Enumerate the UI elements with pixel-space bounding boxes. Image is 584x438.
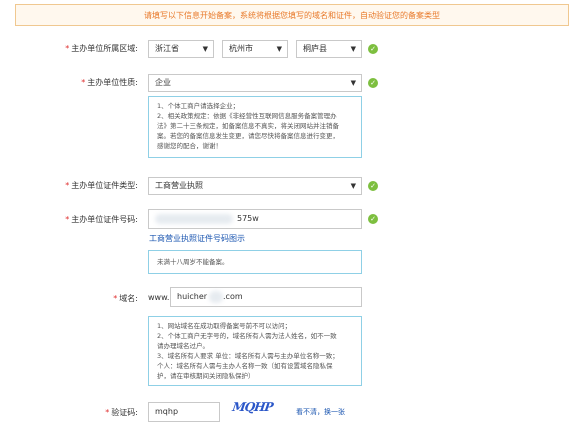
required-mark: * xyxy=(113,294,118,303)
chevron-down-icon: ▼ xyxy=(350,182,356,190)
city-select[interactable]: 杭州市 ▼ xyxy=(222,40,288,58)
captcha-input[interactable]: mqhp xyxy=(148,402,220,422)
chevron-down-icon: ▼ xyxy=(350,79,356,87)
captcha-label-text: 验证码: xyxy=(111,408,138,417)
check-icon: ✓ xyxy=(368,214,378,224)
cert-no-input[interactable]: 575w xyxy=(148,209,362,229)
domain-prefix: www. xyxy=(148,293,170,302)
nature-label-text: 主办单位性质: xyxy=(87,78,138,87)
cert-type-select[interactable]: 工商营业执照 ▼ xyxy=(148,177,362,195)
tip-line: 未满十八周岁不能备案。 xyxy=(157,258,229,266)
tip-line: 护，请在审核期间关闭隐私保护） xyxy=(157,372,255,380)
province-value: 浙江省 xyxy=(155,44,179,53)
cert-type-label-text: 主办单位证件类型: xyxy=(71,181,138,190)
required-mark: * xyxy=(65,44,70,53)
cert-no-value: 575w xyxy=(237,214,259,223)
tip-line: 1、个体工商户请选择企业； xyxy=(157,102,240,110)
domain-label: * 域名: xyxy=(18,293,138,304)
captcha-refresh-link[interactable]: 看不清，换一张 xyxy=(296,407,345,417)
tip-line: 2、个体工商户无字号的，域名所有人需为法人姓名，如不一致 xyxy=(157,332,337,340)
cert-type-label: * 主办单位证件类型: xyxy=(18,180,138,191)
tip-line: 法》第二十三条规定，如备案信息不真实，将关闭网站并注销备 xyxy=(157,122,339,130)
cert-type-value: 工商营业执照 xyxy=(155,181,203,190)
tip-line: 3、域名所有人要求 单位：域名所有人需与主办单位名称一致； xyxy=(157,352,339,360)
check-icon: ✓ xyxy=(368,78,378,88)
captcha-image-text: MQHP xyxy=(231,400,274,414)
check-icon: ✓ xyxy=(368,181,378,191)
region-label: * 主办单位所属区域: xyxy=(18,43,138,54)
nature-value: 企业 xyxy=(155,78,171,87)
domain-input[interactable]: huicher .com xyxy=(170,287,362,307)
nature-select[interactable]: 企业 ▼ xyxy=(148,74,362,92)
info-banner: 请填写以下信息开始备案，系统将根据您填写的域名和证件，自动验证您的备案类型 xyxy=(15,4,569,26)
cert-no-label: * 主办单位证件号码: xyxy=(18,214,138,225)
required-mark: * xyxy=(105,408,110,417)
cert-sample-link[interactable]: 工商营业执照证件号码图示 xyxy=(149,233,245,244)
tip-line: 2、相关政策规定：依据《非经营性互联网信息服务备案管理办 xyxy=(157,112,337,120)
redaction-blur xyxy=(155,214,233,224)
tip-line: 感谢您的配合，谢谢！ xyxy=(157,142,222,150)
tip-line: 1、网站域名在成功取得备案号前不可以访问； xyxy=(157,322,292,330)
chevron-down-icon: ▼ xyxy=(350,45,356,53)
city-value: 杭州市 xyxy=(229,44,253,53)
tip-line: 请办理域名过户。 xyxy=(157,342,209,350)
nature-label: * 主办单位性质: xyxy=(18,77,138,88)
captcha-value: mqhp xyxy=(155,407,179,416)
tip-line: 案。若您的备案信息发生变更，请您尽快将备案信息进行变更， xyxy=(157,132,339,140)
check-icon: ✓ xyxy=(368,44,378,54)
domain-value: huicher xyxy=(177,292,208,301)
county-select[interactable]: 桐庐县 ▼ xyxy=(296,40,362,58)
province-select[interactable]: 浙江省 ▼ xyxy=(148,40,214,58)
county-value: 桐庐县 xyxy=(303,44,327,53)
cert-no-tip: 未满十八周岁不能备案。 xyxy=(148,250,362,274)
required-mark: * xyxy=(81,78,86,87)
redaction-blur xyxy=(209,291,223,303)
captcha-label: * 验证码: xyxy=(18,407,138,418)
nature-tip: 1、个体工商户请选择企业； 2、相关政策规定：依据《非经营性互联网信息服务备案管… xyxy=(148,96,362,158)
chevron-down-icon: ▼ xyxy=(276,45,282,53)
tip-line: 个人：域名所有人需与主办人名称一致（如有设置域名隐私保 xyxy=(157,362,333,370)
required-mark: * xyxy=(65,181,70,190)
domain-suffix: .com xyxy=(223,292,243,301)
captcha-image[interactable]: MQHP xyxy=(231,400,278,420)
chevron-down-icon: ▼ xyxy=(202,45,208,53)
cert-no-label-text: 主办单位证件号码: xyxy=(71,215,138,224)
required-mark: * xyxy=(65,215,70,224)
region-label-text: 主办单位所属区域: xyxy=(71,44,138,53)
domain-tip: 1、网站域名在成功取得备案号前不可以访问； 2、个体工商户无字号的，域名所有人需… xyxy=(148,316,362,386)
domain-label-text: 域名: xyxy=(119,294,138,303)
